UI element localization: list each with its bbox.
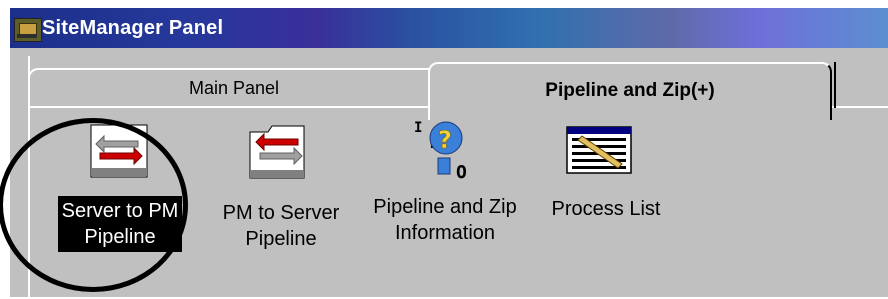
tool-label: PM to Server Pipeline: [222, 202, 340, 250]
info-icon: I N ? O: [362, 118, 528, 183]
tab-label: Pipeline and Zip(+): [545, 80, 715, 101]
pipeline-and-zip-information-button[interactable]: I N ? O Pipeline and Zip Information: [362, 118, 528, 248]
process-list-icon: [536, 124, 676, 180]
tool-label: Server to PM Pipeline: [57, 196, 183, 252]
server-to-pm-icon: [40, 124, 200, 180]
svg-text:?: ?: [438, 126, 452, 154]
process-list-button[interactable]: Process List: [536, 124, 676, 224]
tool-label: Process List: [551, 198, 661, 220]
svg-text:I: I: [414, 120, 422, 136]
title-bar[interactable]: SiteManager Panel: [10, 8, 888, 48]
tab-label: Main Panel: [188, 78, 280, 98]
pm-to-server-icon: [206, 124, 356, 180]
server-to-pm-pipeline-button[interactable]: Server to PM Pipeline: [40, 124, 200, 252]
panel-border: [28, 56, 30, 299]
app-icon: [14, 18, 42, 42]
tool-label: Pipeline and Zip Information: [373, 196, 517, 244]
pm-to-server-pipeline-button[interactable]: PM to Server Pipeline: [206, 124, 356, 254]
window-title: SiteManager Panel: [42, 17, 224, 39]
tab-pipeline-and-zip[interactable]: Pipeline and Zip(+): [428, 62, 832, 120]
sitemanager-window: SiteManager Panel Main Panel Pipeline an…: [8, 6, 888, 299]
tab-edge: [834, 62, 836, 108]
tab-strip: Main Panel Pipeline and Zip(+): [10, 60, 888, 120]
tab-main-panel[interactable]: Main Panel: [28, 68, 440, 108]
svg-text:O: O: [456, 162, 467, 183]
